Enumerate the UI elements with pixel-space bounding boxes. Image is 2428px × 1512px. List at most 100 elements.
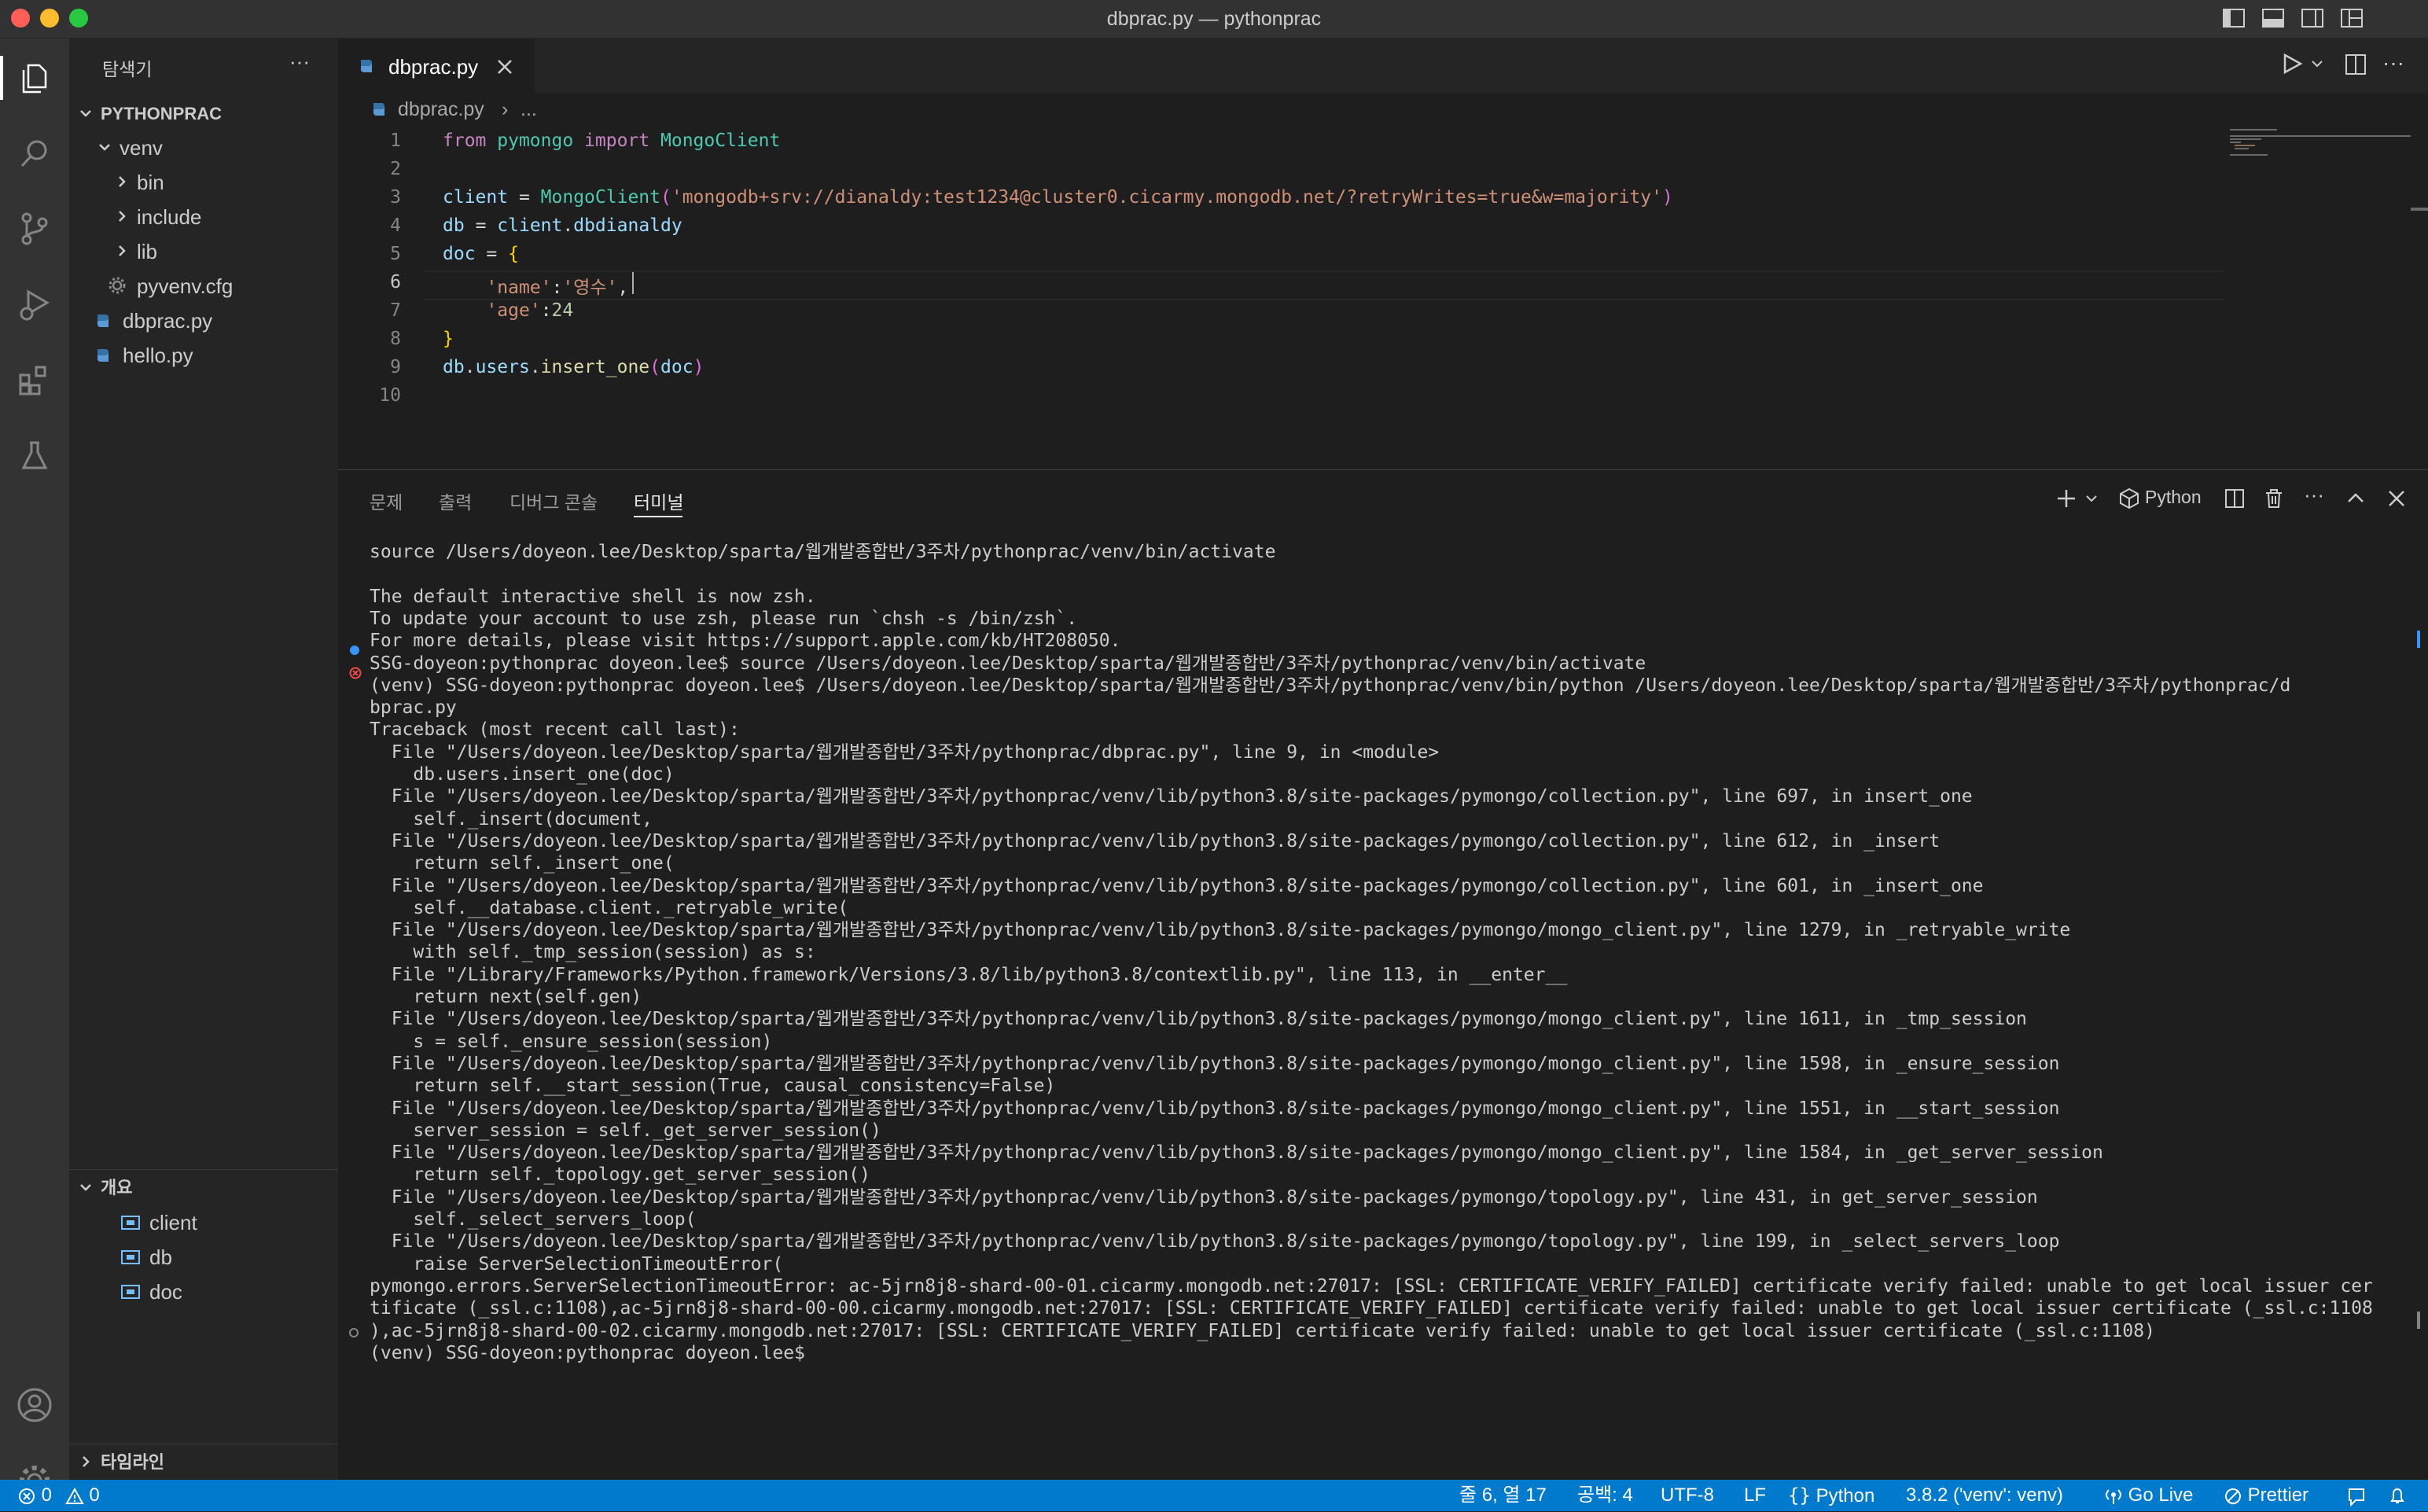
code-line: } bbox=[443, 329, 454, 349]
chevron-right-icon bbox=[113, 165, 131, 200]
tab-debug-console[interactable]: 디버그 콘솔 bbox=[510, 487, 598, 514]
close-icon[interactable] bbox=[495, 57, 514, 77]
outline-title: 개요 bbox=[101, 1178, 133, 1197]
toggle-secondary-sidebar-icon[interactable] bbox=[2301, 8, 2324, 28]
gear-icon bbox=[107, 269, 127, 304]
eol-status[interactable]: LF bbox=[1744, 1480, 1766, 1511]
section-divider bbox=[69, 1169, 338, 1170]
editor-more-actions[interactable]: ··· bbox=[2382, 50, 2404, 75]
tab-problems[interactable]: 문제 bbox=[370, 487, 403, 514]
terminal-line: (venv) SSG-doyeon:pythonprac doyeon.lee$… bbox=[370, 675, 2291, 696]
terminal-line: (venv) SSG-doyeon:pythonprac doyeon.lee$ bbox=[370, 1342, 805, 1363]
terminal-line: File "/Users/doyeon.lee/Desktop/sparta/웹… bbox=[370, 1231, 2060, 1253]
cursor-position[interactable]: 줄 6, 열 17 bbox=[1459, 1480, 1547, 1511]
split-terminal-icon[interactable] bbox=[2224, 487, 2246, 510]
current-line-highlight bbox=[425, 270, 2224, 300]
terminal-line: File "/Users/doyeon.lee/Desktop/sparta/웹… bbox=[370, 1009, 2027, 1030]
run-python-file-icon[interactable] bbox=[2280, 52, 2304, 75]
split-editor-icon[interactable] bbox=[2345, 53, 2367, 75]
accounts-icon[interactable] bbox=[13, 1383, 57, 1427]
breadcrumb-symbols[interactable]: ... bbox=[521, 98, 537, 121]
prettier-label: Prettier bbox=[2247, 1484, 2309, 1506]
timeline-title: 타임라인 bbox=[101, 1452, 164, 1472]
tab-output[interactable]: 출력 bbox=[439, 487, 472, 514]
command-success-decoration[interactable] bbox=[350, 646, 359, 655]
close-panel-icon[interactable] bbox=[2386, 487, 2408, 510]
terminal-line: To update your account to use zsh, pleas… bbox=[370, 608, 1078, 629]
python-file-icon bbox=[371, 101, 388, 120]
go-live-button[interactable]: Go Live bbox=[2104, 1480, 2193, 1511]
extensions-icon[interactable] bbox=[13, 358, 57, 402]
code-line: 'name':'영수', bbox=[486, 278, 629, 298]
chevron-right-icon bbox=[77, 1445, 94, 1480]
chevron-right-icon bbox=[113, 200, 131, 234]
code-line: from pymongo import MongoClient bbox=[443, 131, 781, 151]
warning-icon bbox=[65, 1487, 84, 1506]
line-number: 8 bbox=[390, 329, 401, 349]
code-line: 'age':24 bbox=[486, 300, 574, 321]
terminal-line: raise ServerSelectionTimeoutError( bbox=[370, 1253, 784, 1275]
line-number: 4 bbox=[390, 215, 401, 236]
maximize-panel-chevron-up-icon[interactable] bbox=[2345, 487, 2367, 510]
terminal-line: File "/Users/doyeon.lee/Desktop/sparta/웹… bbox=[370, 920, 2071, 941]
terminal-line: return self.__start_session(True, causal… bbox=[370, 1076, 1056, 1097]
breadcrumb-file[interactable]: dbprac.py bbox=[398, 98, 484, 121]
explorer-more-actions[interactable]: ··· bbox=[289, 50, 310, 74]
tab-terminal[interactable]: 터미널 bbox=[634, 487, 683, 514]
tree-item-label: lib bbox=[137, 240, 158, 263]
encoding-status[interactable]: UTF-8 bbox=[1661, 1480, 1714, 1511]
explorer-sidebar: 탐색기 ··· PYTHONPRAC venv bin include lib bbox=[69, 39, 338, 1480]
terminal-line: self.__database.client._retryable_write( bbox=[370, 897, 849, 918]
terminal-scroll-marker bbox=[2417, 1312, 2420, 1329]
minimap[interactable] bbox=[2230, 126, 2411, 173]
broadcast-icon bbox=[2104, 1487, 2123, 1506]
chevron-down-icon[interactable] bbox=[2085, 492, 2098, 505]
notifications-bell-icon[interactable] bbox=[2387, 1480, 2408, 1511]
feedback-icon[interactable] bbox=[2346, 1480, 2367, 1511]
line-number: 5 bbox=[390, 244, 401, 264]
text-cursor bbox=[632, 272, 634, 294]
run-and-debug-icon[interactable] bbox=[13, 282, 57, 326]
problems-status[interactable]: 0 0 bbox=[17, 1480, 100, 1511]
title-bar: dbprac.py — pythonprac bbox=[0, 0, 2428, 39]
panel-more-actions[interactable]: ··· bbox=[2304, 483, 2324, 507]
source-control-icon[interactable] bbox=[13, 207, 57, 251]
customize-layout-icon[interactable] bbox=[2340, 8, 2364, 28]
trash-icon[interactable] bbox=[2263, 487, 2285, 510]
explorer-icon[interactable] bbox=[13, 56, 57, 100]
command-error-decoration[interactable] bbox=[349, 667, 362, 679]
new-terminal-plus-icon[interactable] bbox=[2055, 487, 2077, 510]
tree-item-label: venv bbox=[120, 136, 163, 160]
terminal-line: File "/Users/doyeon.lee/Desktop/sparta/웹… bbox=[370, 875, 1984, 896]
python-file-icon bbox=[359, 57, 376, 77]
terminal-line: with self._tmp_session(session) as s: bbox=[370, 942, 816, 963]
terminal-line: ),ac-5jrn8j8-shard-00-02.cicarmy.mongodb… bbox=[370, 1320, 2155, 1341]
chevron-down-icon[interactable] bbox=[2310, 57, 2324, 71]
tree-item-label: hello.py bbox=[123, 344, 193, 367]
variable-icon bbox=[120, 1275, 142, 1309]
terminal-shell-label[interactable]: Python bbox=[2145, 487, 2202, 508]
terminal-line: bprac.py bbox=[370, 697, 457, 719]
terminal-line: For more details, please visit https://s… bbox=[370, 631, 1121, 652]
terminal-line: The default interactive shell is now zsh… bbox=[370, 586, 816, 607]
prettier-status[interactable]: Prettier bbox=[2224, 1480, 2308, 1511]
toggle-primary-sidebar-icon[interactable] bbox=[2222, 8, 2246, 28]
python-file-icon bbox=[93, 338, 113, 373]
toggle-panel-icon[interactable] bbox=[2261, 8, 2285, 28]
tree-item-label: pyvenv.cfg bbox=[137, 274, 234, 298]
tab-dbprac[interactable]: dbprac.py bbox=[338, 39, 535, 94]
line-number-current: 6 bbox=[390, 272, 401, 292]
terminal-line: pymongo.errors.ServerSelectionTimeoutErr… bbox=[370, 1275, 2373, 1297]
terminal-line: File "/Users/doyeon.lee/Desktop/sparta/웹… bbox=[370, 830, 1941, 852]
breadcrumb-separator: › bbox=[502, 98, 509, 120]
activity-bar bbox=[0, 39, 69, 1495]
testing-icon[interactable] bbox=[13, 433, 57, 477]
python-interpreter[interactable]: 3.8.2 ('venv': venv) bbox=[1906, 1480, 2063, 1511]
chevron-right-icon bbox=[113, 234, 131, 269]
language-mode[interactable]: {} Python bbox=[1788, 1480, 1874, 1511]
tree-item-label: dbprac.py bbox=[123, 309, 213, 333]
search-icon[interactable] bbox=[13, 131, 57, 175]
terminal-line: File "/Users/doyeon.lee/Desktop/sparta/웹… bbox=[370, 1098, 2060, 1119]
indentation-status[interactable]: 공백: 4 bbox=[1577, 1480, 1633, 1511]
terminal-line: File "/Library/Frameworks/Python.framewo… bbox=[370, 964, 1568, 985]
